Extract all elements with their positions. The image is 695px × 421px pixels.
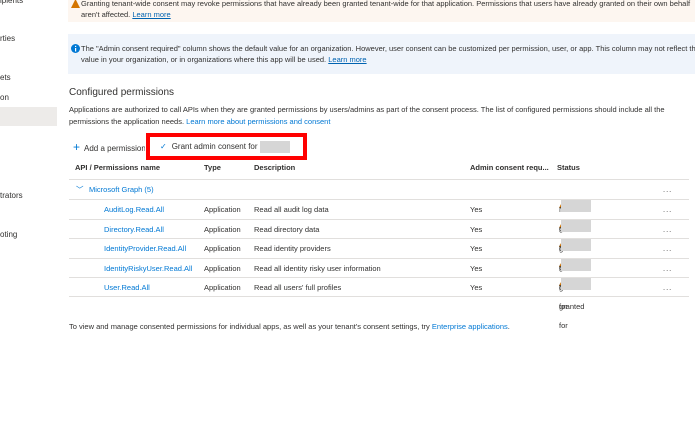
admin-consent-required: Yes: [470, 244, 483, 254]
permission-type: Application: [204, 263, 241, 273]
permission-type: Application: [204, 244, 241, 254]
redacted-tenant: [561, 278, 591, 291]
sidebar: ipients rties ets on trators oting: [0, 0, 57, 421]
table-row: IdentityRiskyUser.Read.All Application R…: [69, 257, 689, 311]
add-permission-button[interactable]: + Add a permission: [73, 140, 145, 154]
warning-text: Granting tenant-wide consent may revoke …: [81, 0, 691, 19]
more-options-icon[interactable]: ...: [663, 278, 672, 297]
more-options-icon[interactable]: ...: [663, 239, 672, 258]
column-header[interactable]: Description: [254, 163, 295, 172]
info-text: The "Admin consent required" column show…: [81, 44, 695, 64]
group-name[interactable]: Microsoft Graph (5): [89, 180, 154, 199]
add-permission-label: Add a permission: [84, 144, 145, 153]
table-row: IdentityProvider.Read.All Application Re…: [69, 238, 689, 291]
sidebar-item[interactable]: oting: [0, 225, 57, 244]
sidebar-item[interactable]: on: [0, 88, 57, 107]
more-options-icon[interactable]: ...: [663, 180, 672, 199]
admin-consent-required: Yes: [470, 283, 483, 293]
table-header: API / Permissions name Type Description …: [69, 163, 689, 177]
learn-more-link[interactable]: Learn more: [328, 55, 366, 64]
description-text: Applications are authorized to call APIs…: [69, 105, 665, 126]
table-row: Directory.Read.All Application Read dire…: [69, 218, 689, 272]
table-row: User.Read.All Application Read all users…: [69, 277, 689, 330]
plus-icon: +: [73, 140, 81, 154]
sidebar-item[interactable]: trators: [0, 186, 57, 205]
permission-description: Read all audit log data: [254, 205, 329, 214]
footer-message: To view and manage consented permissions…: [69, 322, 430, 331]
sidebar-item[interactable]: ipients: [0, 0, 57, 10]
permission-description: Read identity providers: [254, 244, 331, 254]
column-header[interactable]: API / Permissions name: [75, 163, 160, 172]
info-banner: The "Admin consent required" column show…: [68, 34, 695, 74]
info-icon: [71, 44, 80, 53]
highlight-box: [146, 133, 307, 160]
permission-name-link[interactable]: IdentityProvider.Read.All: [104, 239, 186, 258]
sidebar-item-selected[interactable]: [0, 107, 57, 126]
redacted-tenant: [561, 219, 591, 232]
warning-banner: Granting tenant-wide consent may revoke …: [68, 0, 695, 22]
more-options-icon[interactable]: ...: [663, 259, 672, 278]
warning-icon: [71, 0, 80, 8]
learn-more-permissions-link[interactable]: Learn more about permissions and consent: [186, 117, 330, 126]
redacted-tenant: [561, 239, 591, 252]
chevron-down-icon[interactable]: ﹀: [76, 180, 84, 199]
permission-name-link[interactable]: User.Read.All: [104, 278, 150, 297]
sidebar-item[interactable]: rties: [0, 29, 57, 48]
sidebar-item[interactable]: ets: [0, 68, 57, 87]
permission-description: Read directory data: [254, 224, 320, 234]
permission-name-link[interactable]: AuditLog.Read.All: [104, 200, 164, 219]
admin-consent-required: Yes: [470, 224, 483, 234]
permission-name-link[interactable]: IdentityRiskyUser.Read.All: [104, 259, 192, 278]
permission-name-link[interactable]: Directory.Read.All: [104, 220, 164, 239]
admin-consent-required: Yes: [470, 205, 483, 214]
permission-type: Application: [204, 224, 241, 234]
enterprise-applications-link[interactable]: Enterprise applications: [432, 322, 508, 331]
permission-description: Read all identity risky user information: [254, 263, 381, 273]
admin-consent-required: Yes: [470, 263, 483, 273]
more-options-icon[interactable]: ...: [663, 200, 672, 219]
learn-more-link[interactable]: Learn more: [132, 10, 170, 19]
column-header[interactable]: Status: [557, 163, 580, 172]
section-description: Applications are authorized to call APIs…: [69, 104, 689, 128]
redacted-tenant: [561, 258, 591, 271]
section-title: Configured permissions: [69, 87, 175, 98]
column-header[interactable]: Admin consent requ...: [470, 163, 549, 172]
table-row: AuditLog.Read.All Application Read all a…: [69, 199, 689, 252]
permission-type: Application: [204, 205, 241, 214]
more-options-icon[interactable]: ...: [663, 220, 672, 239]
column-header[interactable]: Type: [204, 163, 221, 172]
footer-text: To view and manage consented permissions…: [69, 322, 510, 331]
footer-period: .: [507, 322, 510, 331]
permission-description: Read all users' full profiles: [254, 283, 342, 293]
permission-type: Application: [204, 283, 241, 293]
redacted-tenant: [561, 200, 591, 212]
group-row[interactable]: ﹀ Microsoft Graph (5) ...: [69, 179, 689, 199]
